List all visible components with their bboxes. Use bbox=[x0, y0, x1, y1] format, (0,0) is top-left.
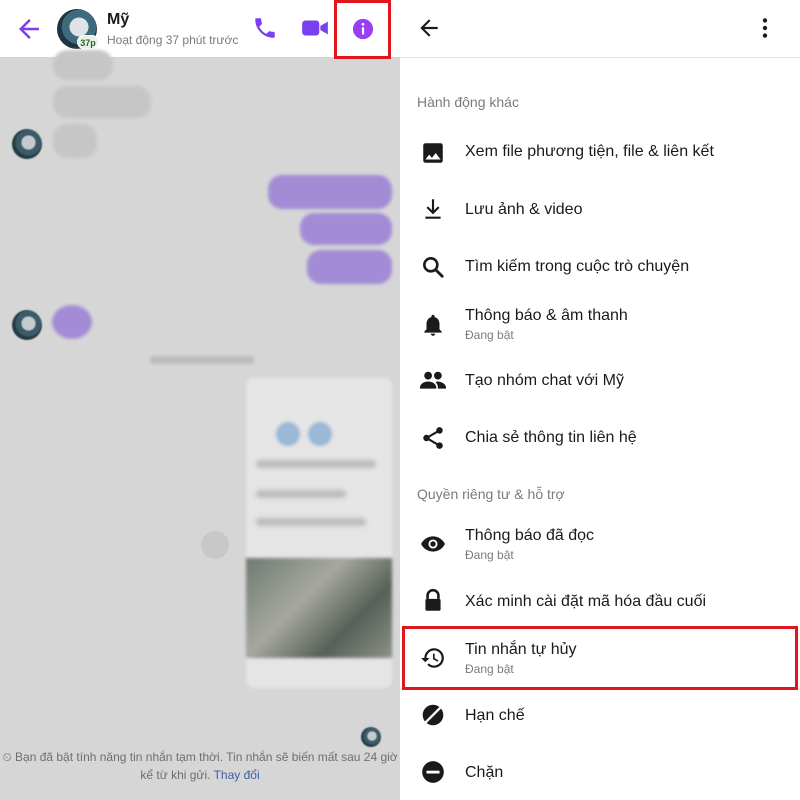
menu-item-read-receipts[interactable]: Thông báo đã đọc Đang bật bbox=[400, 516, 800, 572]
menu-item-label: Tạo nhóm chat với Mỹ bbox=[465, 372, 624, 389]
menu-item-label: Thông báo & âm thanh bbox=[465, 307, 628, 324]
menu-item-label: Xem file phương tiện, file & liên kết bbox=[465, 143, 714, 160]
menu-item-status: Đang bật bbox=[465, 548, 514, 562]
menu-item-restrict[interactable]: Hạn chế bbox=[400, 687, 800, 743]
people-icon bbox=[420, 371, 446, 389]
more-options-icon[interactable] bbox=[752, 14, 778, 42]
menu-item-create-group[interactable]: Tạo nhóm chat với Mỹ bbox=[400, 352, 800, 408]
active-status: Hoạt động 37 phút trước bbox=[107, 33, 239, 47]
eye-icon bbox=[421, 536, 445, 552]
contact-avatar-small bbox=[12, 129, 42, 159]
header-divider bbox=[400, 57, 800, 58]
menu-item-label: Chia sẻ thông tin liên hệ bbox=[465, 429, 637, 446]
message-bubble bbox=[53, 124, 97, 158]
menu-item-label: Lưu ảnh & video bbox=[465, 201, 583, 218]
video-call-icon[interactable] bbox=[300, 15, 330, 41]
back-arrow-icon[interactable] bbox=[14, 14, 44, 44]
shared-link-preview bbox=[246, 378, 392, 688]
back-arrow-icon[interactable] bbox=[416, 15, 442, 41]
block-icon bbox=[422, 761, 444, 783]
menu-item-share-contact[interactable]: Chia sẻ thông tin liên hệ bbox=[400, 409, 800, 465]
menu-item-search-conversation[interactable]: Tìm kiếm trong cuộc trò chuyện bbox=[400, 238, 800, 294]
sent-message-bubble bbox=[300, 213, 392, 245]
restrict-icon bbox=[422, 704, 444, 726]
chat-panel: 37p Mỹ Hoạt động 37 phút trước ⏲ Bạn đã … bbox=[0, 0, 400, 800]
menu-item-verify-encryption[interactable]: Xác minh cài đặt mã hóa đầu cuối bbox=[400, 573, 800, 629]
menu-item-status: Đang bật bbox=[465, 328, 514, 342]
like-sticker bbox=[52, 305, 92, 339]
section-more-actions: Hành động khác bbox=[417, 94, 519, 110]
lock-icon bbox=[425, 588, 441, 611]
download-icon bbox=[425, 199, 441, 219]
menu-item-notifications[interactable]: Thông báo & âm thanh Đang bật bbox=[400, 296, 800, 352]
timestamp-divider bbox=[150, 356, 254, 364]
message-bubble bbox=[53, 50, 113, 80]
disappearing-messages-note: ⏲ Bạn đã bật tính năng tin nhắn tạm thời… bbox=[0, 748, 400, 784]
image-icon bbox=[423, 143, 443, 163]
menu-item-label: Tìm kiếm trong cuộc trò chuyện bbox=[465, 258, 690, 275]
menu-item-label: Xác minh cài đặt mã hóa đầu cuối bbox=[465, 593, 707, 610]
section-privacy-support: Quyền riêng tư & hỗ trợ bbox=[417, 486, 565, 502]
info-button-highlight[interactable] bbox=[334, 0, 391, 59]
message-bubble bbox=[53, 86, 151, 118]
menu-item-save-media[interactable]: Lưu ảnh & video bbox=[400, 181, 800, 237]
contact-avatar-small bbox=[12, 310, 42, 340]
search-icon bbox=[423, 257, 444, 278]
menu-item-label: Hạn chế bbox=[465, 707, 525, 724]
menu-item-label: Chặn bbox=[465, 764, 504, 781]
share-icon bbox=[423, 427, 443, 449]
phone-icon[interactable] bbox=[252, 15, 278, 41]
menu-item-label: Thông báo đã đọc bbox=[465, 527, 594, 544]
clock-icon: ⏲ bbox=[2, 750, 16, 764]
forward-icon[interactable] bbox=[201, 531, 229, 559]
active-time-badge: 37p bbox=[77, 35, 99, 49]
contact-name[interactable]: Mỹ bbox=[107, 11, 129, 29]
note-text: Bạn đã bật tính năng tin nhắn tạm thời. … bbox=[15, 750, 398, 782]
disappearing-messages-highlight bbox=[402, 626, 798, 690]
sent-message-bubble bbox=[307, 250, 392, 284]
bell-icon bbox=[424, 314, 442, 336]
menu-item-block[interactable]: Chặn bbox=[400, 744, 800, 800]
seen-avatar bbox=[361, 727, 381, 747]
info-icon[interactable] bbox=[352, 18, 374, 40]
sent-message-bubble bbox=[268, 175, 392, 209]
change-link[interactable]: Thay đổi bbox=[214, 768, 260, 782]
menu-item-media-files[interactable]: Xem file phương tiện, file & liên kết bbox=[400, 124, 800, 180]
